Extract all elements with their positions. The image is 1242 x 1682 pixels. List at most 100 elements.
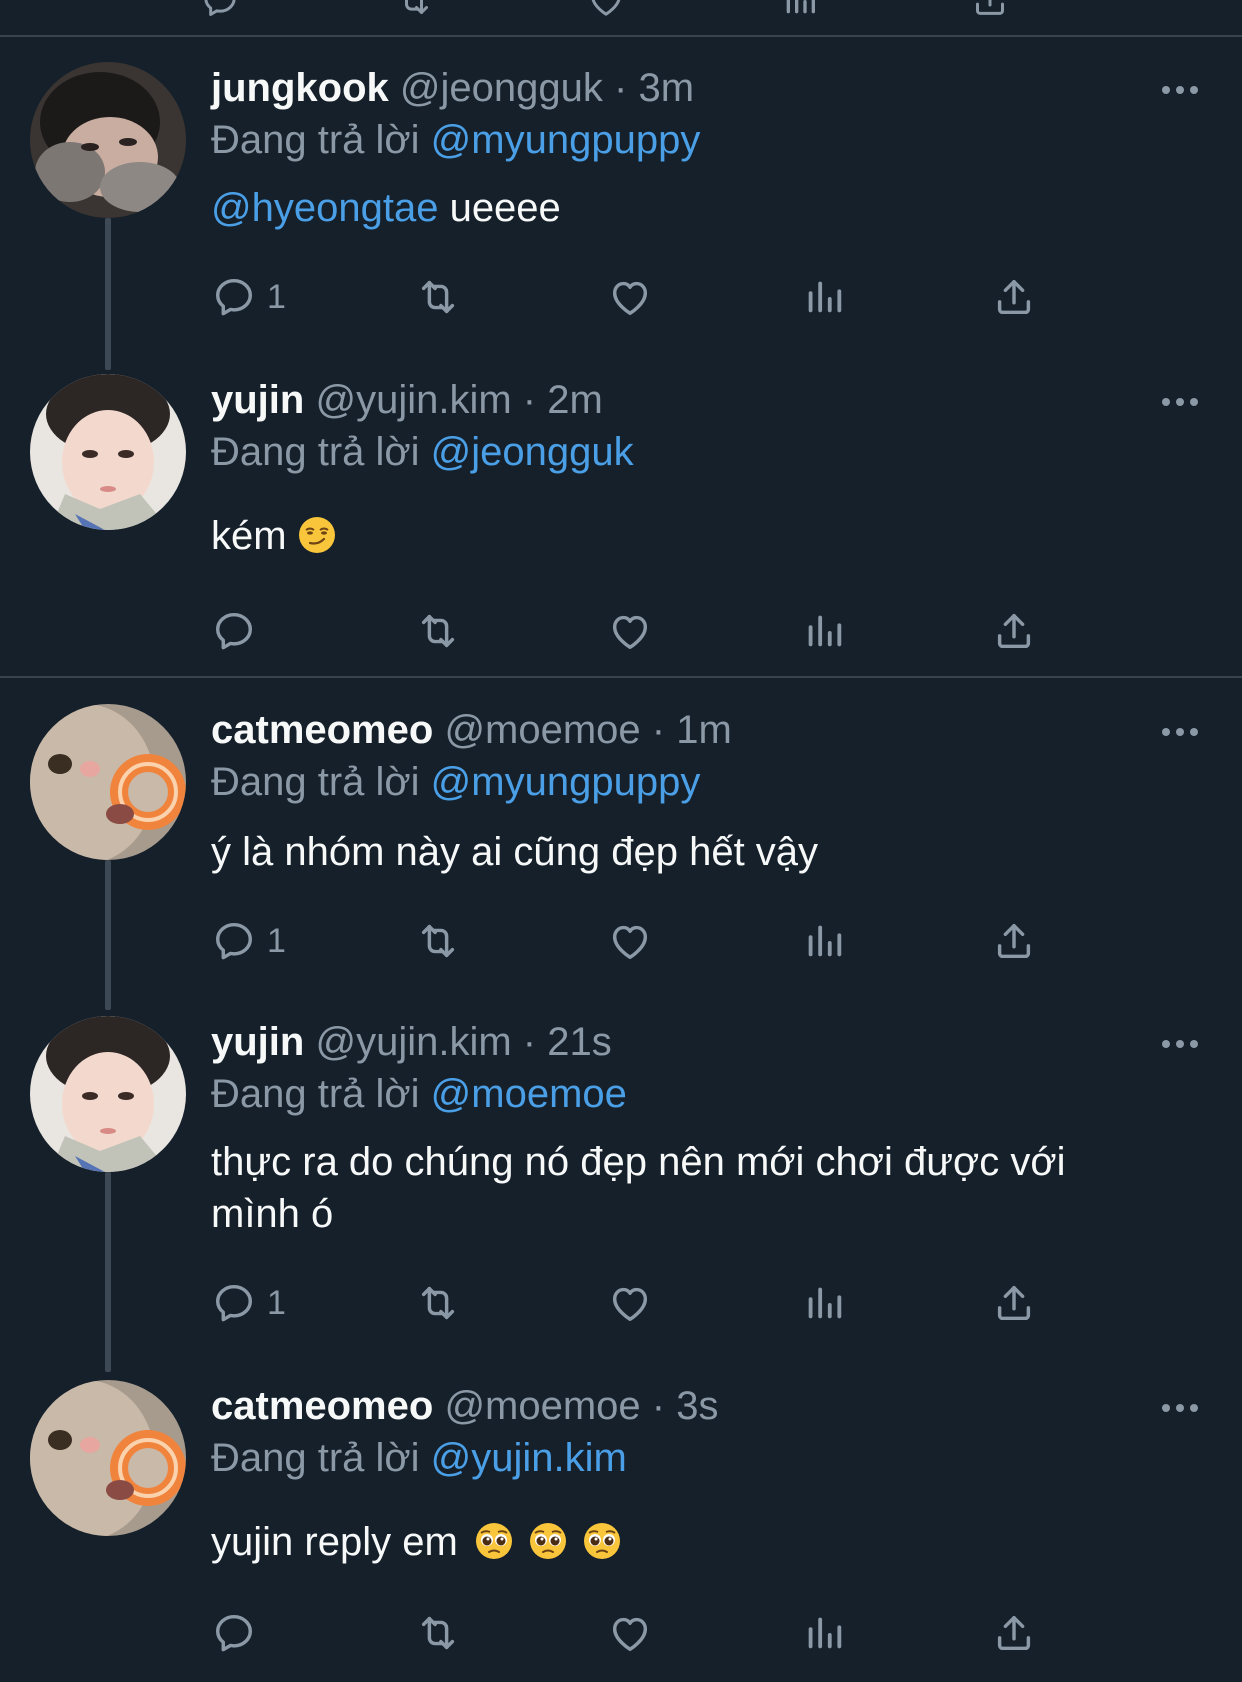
- timestamp[interactable]: 2m: [547, 378, 603, 422]
- replying-to: Đang trả lời @moemoe: [211, 1070, 627, 1118]
- more-options-icon[interactable]: [1160, 726, 1200, 738]
- share-button[interactable]: [991, 1278, 1037, 1328]
- reply-icon: [211, 918, 257, 964]
- avatar-jungkook[interactable]: [30, 62, 186, 218]
- views-button[interactable]: [801, 272, 847, 322]
- user-handle[interactable]: @moemoe: [444, 708, 640, 752]
- retweet-icon: [415, 1280, 461, 1326]
- avatar-catmeomeo[interactable]: [30, 1380, 186, 1536]
- retweet-button[interactable]: [415, 916, 461, 966]
- tweet-header: catmeomeo @moemoe · 1m: [211, 706, 732, 754]
- share-icon: [991, 274, 1037, 320]
- tweet-text: ý là nhóm này ai cũng đẹp hết vậy: [211, 826, 1171, 878]
- views-button[interactable]: [801, 606, 847, 656]
- avatar-catmeomeo[interactable]: [30, 704, 186, 860]
- replying-to: Đang trả lời @jeongguk: [211, 428, 634, 476]
- user-handle[interactable]: @jeongguk: [400, 66, 603, 110]
- views-icon[interactable]: [780, 0, 820, 20]
- display-name[interactable]: yujin: [211, 378, 304, 422]
- divider: [0, 676, 1242, 678]
- thread-line: [105, 218, 111, 370]
- more-options-icon[interactable]: [1160, 1038, 1200, 1050]
- retweet-icon: [415, 918, 461, 964]
- reply-to-mention[interactable]: @myungpuppy: [431, 118, 701, 162]
- retweet-button[interactable]: [415, 606, 461, 656]
- share-button[interactable]: [991, 272, 1037, 322]
- tweet-actions: [211, 1608, 1111, 1658]
- text-mention[interactable]: @hyeongtae: [211, 186, 438, 230]
- reply-to-mention[interactable]: @yujin.kim: [431, 1436, 627, 1480]
- reply-to-mention[interactable]: @moemoe: [431, 1072, 627, 1116]
- views-button[interactable]: [801, 1608, 847, 1658]
- timestamp[interactable]: 3m: [638, 66, 694, 110]
- reply-to-mention[interactable]: @myungpuppy: [431, 760, 701, 804]
- reply-icon: [211, 1280, 257, 1326]
- reply-button[interactable]: 1: [211, 272, 286, 322]
- timestamp[interactable]: 3s: [676, 1384, 718, 1428]
- text-content: ý là nhóm này ai cũng đẹp hết vậy: [211, 830, 819, 874]
- more-options-icon[interactable]: [1160, 84, 1200, 96]
- retweet-icon[interactable]: [394, 0, 434, 20]
- tweet-header: jungkook @jeongguk · 3m: [211, 64, 694, 112]
- share-icon[interactable]: [970, 0, 1010, 20]
- share-button[interactable]: [991, 606, 1037, 656]
- views-button[interactable]: [801, 1278, 847, 1328]
- user-handle[interactable]: @moemoe: [444, 1384, 640, 1428]
- thread-line: [105, 860, 111, 1010]
- reply-button[interactable]: [211, 606, 267, 656]
- retweet-button[interactable]: [415, 1608, 461, 1658]
- replying-to: Đang trả lời @yujin.kim: [211, 1434, 627, 1482]
- display-name[interactable]: jungkook: [211, 66, 389, 110]
- views-icon: [801, 274, 847, 320]
- like-button[interactable]: [607, 1608, 653, 1658]
- display-name[interactable]: catmeomeo: [211, 1384, 433, 1428]
- share-icon: [991, 1610, 1037, 1656]
- views-button[interactable]: [801, 916, 847, 966]
- reply-icon[interactable]: [200, 0, 240, 20]
- reply-icon: [211, 1610, 257, 1656]
- more-options-icon[interactable]: [1160, 396, 1200, 408]
- separator: ·: [651, 708, 666, 752]
- like-button[interactable]: [607, 606, 653, 656]
- tweet-actions: 1: [211, 272, 1111, 322]
- avatar-yujin[interactable]: [30, 374, 186, 530]
- pleading-face-emoji: [582, 1521, 622, 1561]
- reply-button[interactable]: 1: [211, 1278, 286, 1328]
- views-icon: [801, 1280, 847, 1326]
- views-icon: [801, 918, 847, 964]
- like-icon: [607, 918, 653, 964]
- user-handle[interactable]: @yujin.kim: [315, 1020, 511, 1064]
- timestamp[interactable]: 1m: [676, 708, 732, 752]
- more-options-icon[interactable]: [1160, 1402, 1200, 1414]
- like-button[interactable]: [607, 1278, 653, 1328]
- user-handle[interactable]: @yujin.kim: [315, 378, 511, 422]
- reply-count: 1: [267, 921, 286, 960]
- retweet-icon: [415, 274, 461, 320]
- reply-button[interactable]: [211, 1608, 267, 1658]
- replying-to: Đang trả lời @myungpuppy: [211, 758, 700, 806]
- text-line: mình ó: [211, 1192, 334, 1236]
- display-name[interactable]: yujin: [211, 1020, 304, 1064]
- like-button[interactable]: [607, 916, 653, 966]
- previous-tweet-actions: [0, 0, 1242, 36]
- text-line: thực ra do chúng nó đẹp nên mới chơi đượ…: [211, 1140, 1066, 1184]
- retweet-button[interactable]: [415, 272, 461, 322]
- replying-to: Đang trả lời @myungpuppy: [211, 116, 700, 164]
- replying-label: Đang trả lời: [211, 430, 420, 474]
- like-button[interactable]: [607, 272, 653, 322]
- tweet-text: yujin reply em: [211, 1516, 1171, 1568]
- avatar-yujin[interactable]: [30, 1016, 186, 1172]
- views-icon: [801, 608, 847, 654]
- reply-button[interactable]: 1: [211, 916, 286, 966]
- share-button[interactable]: [991, 916, 1037, 966]
- text-content: kém: [211, 514, 287, 558]
- share-button[interactable]: [991, 1608, 1037, 1658]
- timestamp[interactable]: 21s: [547, 1020, 612, 1064]
- share-icon: [991, 918, 1037, 964]
- reply-count: 1: [267, 277, 286, 316]
- retweet-button[interactable]: [415, 1278, 461, 1328]
- text-content: yujin reply em: [211, 1520, 458, 1564]
- reply-to-mention[interactable]: @jeongguk: [431, 430, 634, 474]
- display-name[interactable]: catmeomeo: [211, 708, 433, 752]
- like-icon[interactable]: [586, 0, 626, 20]
